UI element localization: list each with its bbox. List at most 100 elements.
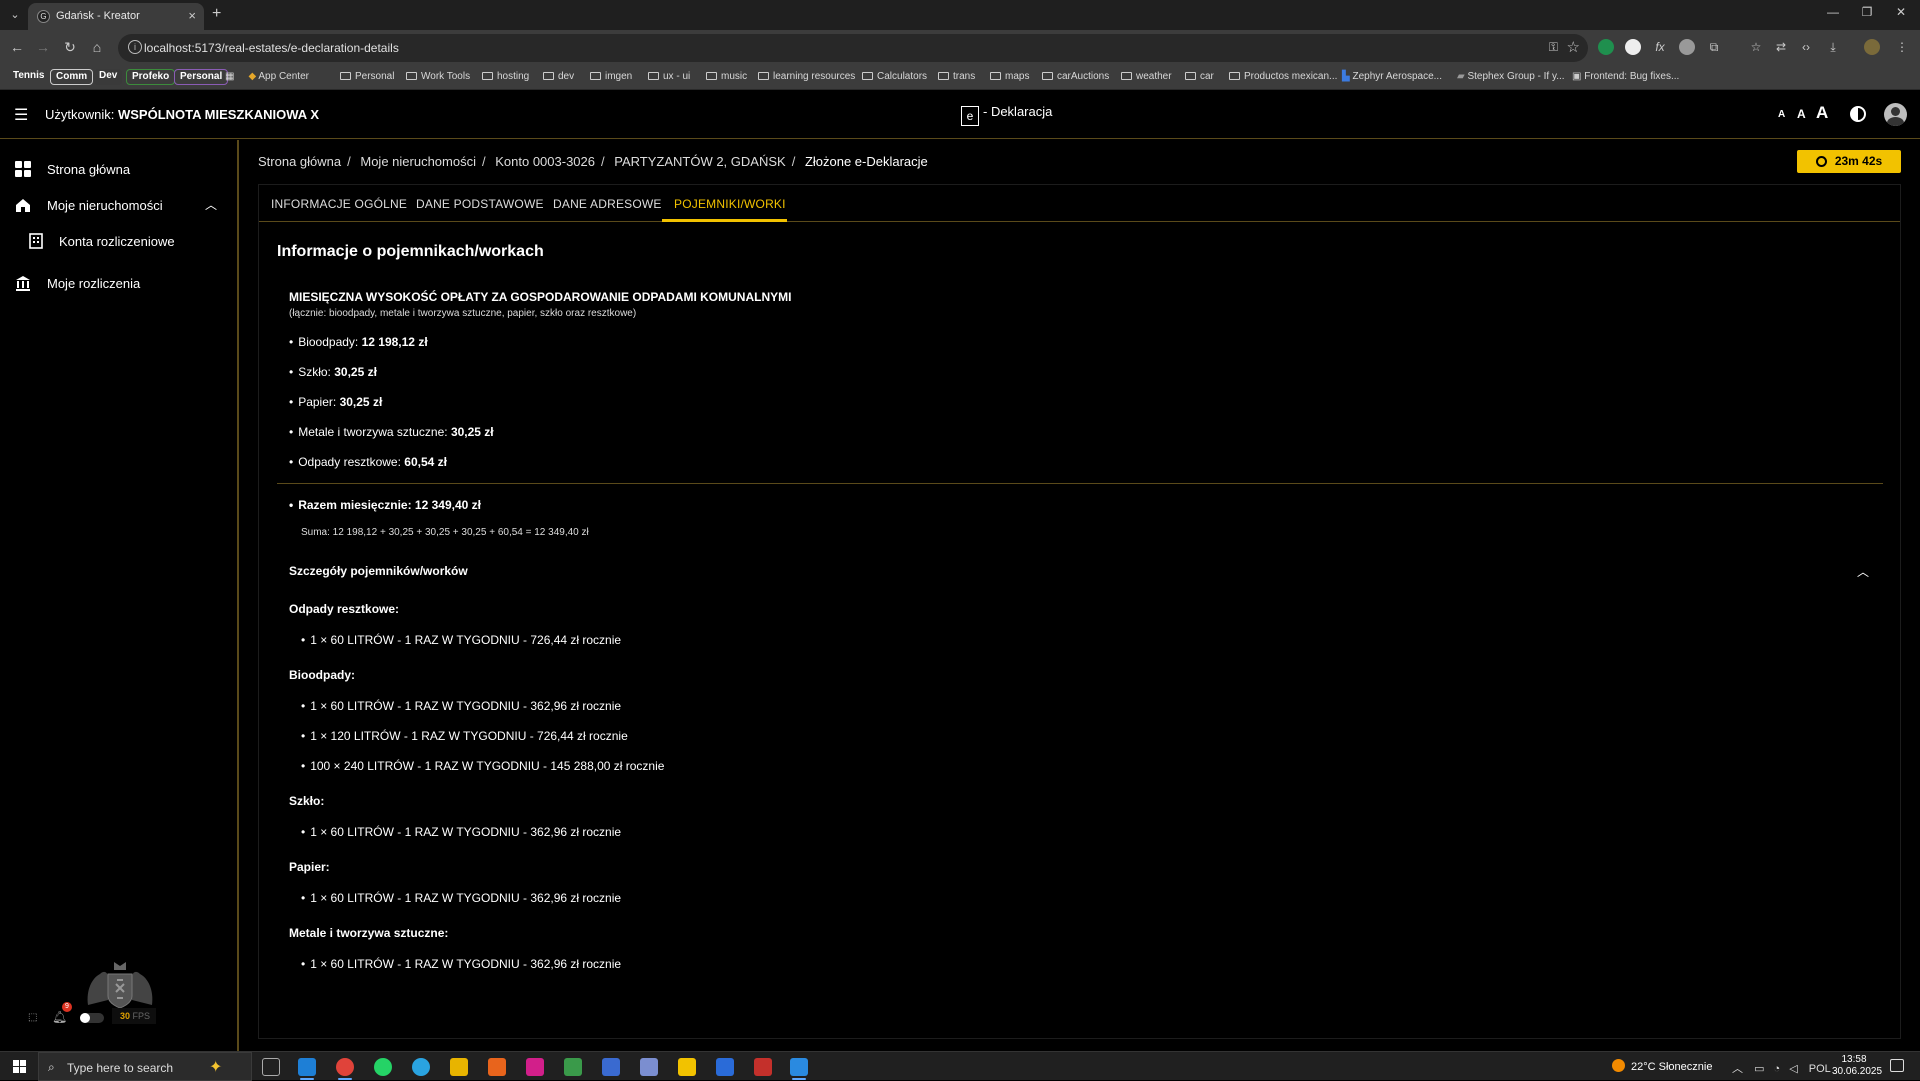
restore-icon[interactable]: ❐ xyxy=(1852,5,1882,19)
taskbar-search-input[interactable]: ⌕ Type here to search ✦ xyxy=(38,1052,252,1081)
forward-icon[interactable]: → xyxy=(34,39,52,55)
bookmark-pill-comm[interactable]: Comm xyxy=(50,69,94,85)
password-key-icon[interactable]: ⚿ xyxy=(1549,40,1558,55)
sidebar-item-home[interactable]: Strona główna xyxy=(0,152,239,186)
breadcrumb-properties[interactable]: Moje nieruchomości xyxy=(360,154,476,169)
bookmark-folder[interactable]: Productos mexican... xyxy=(1229,71,1337,82)
app-pink-icon[interactable] xyxy=(526,1058,544,1076)
app-green-icon[interactable] xyxy=(564,1058,582,1076)
tab-basic-data[interactable]: DANE PODSTAWOWE xyxy=(416,197,544,211)
breadcrumb-address[interactable]: PARTYZANTÓW 2, GDAŃSK xyxy=(614,154,785,169)
theme-toggle[interactable] xyxy=(80,1013,104,1023)
taskbar-clock[interactable]: 13:58 30.06.2025 xyxy=(1832,1054,1882,1078)
bookmark-link[interactable]: ▙ Zephyr Aerospace... xyxy=(1342,71,1442,82)
vscode-icon[interactable] xyxy=(298,1058,316,1076)
devtools-icon[interactable]: ‹› xyxy=(1798,39,1814,55)
profile-avatar-icon[interactable] xyxy=(1864,39,1880,55)
extension-circle-icon[interactable] xyxy=(1679,39,1695,55)
power-automate-icon[interactable] xyxy=(716,1058,734,1076)
network-icon[interactable]: ◔ xyxy=(1774,1063,1781,1075)
back-icon[interactable]: ← xyxy=(8,39,26,55)
favorites-icon[interactable]: ☆ xyxy=(1748,39,1764,55)
cursor-settings-icon[interactable]: ⬚ xyxy=(28,1012,37,1023)
bookmark-link[interactable]: ▣ Frontend: Bug fixes... xyxy=(1572,71,1679,82)
battery-icon[interactable]: ▭ xyxy=(1754,1063,1764,1075)
chevron-up-icon[interactable]: ︿ xyxy=(205,196,217,213)
home-icon[interactable]: ⌂ xyxy=(88,39,106,55)
bookmark-folder[interactable]: trans xyxy=(938,71,975,82)
app-header: ☰ Użytkownik: WSPÓLNOTA MIESZKANIOWA X e… xyxy=(0,90,1920,139)
more-menu-icon[interactable]: ⋮ xyxy=(1894,39,1910,55)
font-size-medium-button[interactable]: A xyxy=(1797,107,1806,121)
bookmark-app-center[interactable]: ▦ ◆ App Center xyxy=(225,71,309,82)
chrome-icon[interactable] xyxy=(336,1058,354,1076)
site-info-icon[interactable]: i xyxy=(128,40,142,54)
bookmark-folder[interactable]: Calculators xyxy=(862,71,927,82)
bookmark-folder[interactable]: imgen xyxy=(590,71,632,82)
bookmark-folder[interactable]: ux - ui xyxy=(648,71,690,82)
font-size-large-button[interactable]: A xyxy=(1816,103,1828,123)
extension-green-icon[interactable] xyxy=(1598,39,1614,55)
shield-app-icon[interactable] xyxy=(602,1058,620,1076)
chevron-up-icon[interactable]: ︿ xyxy=(1857,563,1869,580)
weather-widget[interactable]: 22°C Słonecznie xyxy=(1612,1059,1712,1073)
sidebar-item-accounts[interactable]: Konta rozliczeniowe xyxy=(0,224,239,258)
bookmark-pill-profeko[interactable]: Profeko xyxy=(126,69,176,85)
breadcrumb-home[interactable]: Strona główna xyxy=(258,154,341,169)
tab-general-info[interactable]: INFORMACJE OGÓLNE xyxy=(271,197,407,211)
telegram-icon[interactable] xyxy=(412,1058,430,1076)
tray-chevron-icon[interactable]: ︿ xyxy=(1732,1063,1743,1075)
font-size-small-button[interactable]: A xyxy=(1778,109,1785,120)
menu-collapse-icon[interactable]: ☰ xyxy=(14,105,28,125)
bookmark-folder[interactable]: Personal xyxy=(340,71,394,82)
translate-icon[interactable]: ⇄ xyxy=(1773,39,1789,55)
bookmark-folder[interactable]: weather xyxy=(1121,71,1172,82)
task-view-icon[interactable] xyxy=(262,1058,280,1076)
reload-icon[interactable]: ↻ xyxy=(61,39,79,56)
whatsapp-icon[interactable] xyxy=(374,1058,392,1076)
container-details-heading[interactable]: Szczegóły pojemników/worków xyxy=(289,564,468,578)
bookmark-link[interactable]: ▰ Stephex Group - If y... xyxy=(1457,71,1565,82)
bookmark-folder[interactable]: car xyxy=(1185,71,1214,82)
sidebar-item-properties[interactable]: Moje nieruchomości ︿ xyxy=(0,188,239,222)
windows-start-icon[interactable] xyxy=(13,1060,26,1073)
tab-containers[interactable]: POJEMNIKI/WORKI xyxy=(674,197,786,211)
app-lightblue-icon[interactable] xyxy=(790,1058,808,1076)
download-icon[interactable]: ⤓ xyxy=(1825,39,1841,55)
close-window-icon[interactable]: ✕ xyxy=(1886,5,1916,19)
address-bar[interactable]: i localhost:5173/real-estates/e-declarat… xyxy=(118,34,1588,62)
bookmark-folder[interactable]: Work Tools xyxy=(406,71,470,82)
minimize-icon[interactable]: — xyxy=(1818,5,1848,19)
bookmark-folder[interactable]: learning resources xyxy=(758,71,855,82)
app-orange-icon[interactable] xyxy=(488,1058,506,1076)
breadcrumb-account[interactable]: Konto 0003-3026 xyxy=(495,154,595,169)
bookmark-folder[interactable]: music xyxy=(706,71,747,82)
contrast-toggle-icon[interactable] xyxy=(1850,106,1866,122)
sticky-notes-icon[interactable] xyxy=(678,1058,696,1076)
bookmark-folder[interactable]: carAuctions xyxy=(1042,71,1109,82)
extension-contrast-icon[interactable] xyxy=(1625,39,1641,55)
bookmark-pill-tennis[interactable]: Tennis xyxy=(8,69,49,85)
bookmark-pill-dev[interactable]: Dev xyxy=(94,69,123,85)
tab-address-data[interactable]: DANE ADRESOWE xyxy=(553,197,662,211)
bell-icon[interactable]: 🔔︎ xyxy=(52,1010,67,1024)
close-tab-icon[interactable]: × xyxy=(188,8,196,23)
bookmark-pill-personal[interactable]: Personal xyxy=(174,69,229,85)
sidebar-item-settlements[interactable]: Moje rozliczenia xyxy=(0,266,239,300)
app-blue-icon[interactable] xyxy=(640,1058,658,1076)
user-avatar-icon[interactable] xyxy=(1884,103,1907,126)
extensions-puzzle-icon[interactable]: ⧉ xyxy=(1706,39,1722,55)
app-red-icon[interactable] xyxy=(754,1058,772,1076)
bookmark-star-icon[interactable]: ☆ xyxy=(1567,38,1580,56)
notification-center-icon[interactable] xyxy=(1890,1059,1904,1072)
extension-fx-icon[interactable]: fx xyxy=(1652,39,1668,55)
tab-search-chevron-icon[interactable]: ⌄ xyxy=(6,6,24,24)
file-explorer-icon[interactable] xyxy=(450,1058,468,1076)
new-tab-icon[interactable]: + xyxy=(212,5,221,23)
browser-tab[interactable]: G Gdańsk - Kreator × xyxy=(28,3,204,30)
bookmark-folder[interactable]: hosting xyxy=(482,71,529,82)
language-indicator[interactable]: POL xyxy=(1809,1063,1831,1075)
volume-icon[interactable]: ◁ xyxy=(1789,1063,1797,1075)
bookmark-folder[interactable]: dev xyxy=(543,71,574,82)
bookmark-folder[interactable]: maps xyxy=(990,71,1029,82)
